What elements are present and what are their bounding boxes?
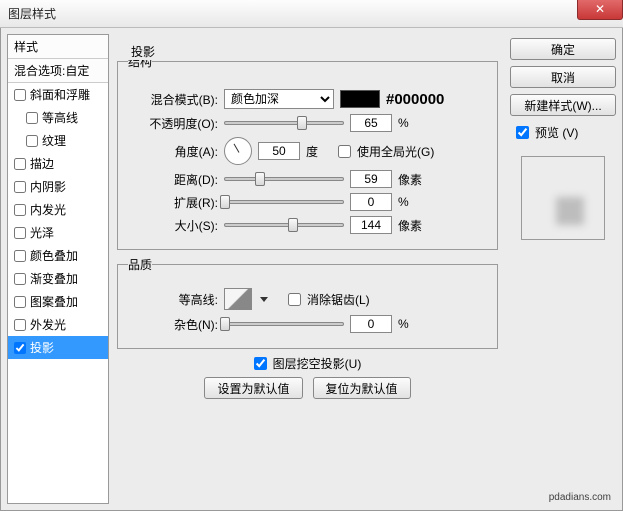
style-item-checkbox[interactable] bbox=[14, 227, 26, 239]
titlebar-text: 图层样式 bbox=[8, 5, 56, 22]
angle-unit: 度 bbox=[306, 143, 332, 160]
style-item-label: 外发光 bbox=[30, 316, 66, 333]
style-item-checkbox[interactable] bbox=[26, 135, 38, 147]
reset-default-button[interactable]: 复位为默认值 bbox=[313, 377, 411, 399]
style-item-4[interactable]: 内阴影 bbox=[8, 175, 108, 198]
style-item-3[interactable]: 描边 bbox=[8, 152, 108, 175]
noise-input[interactable] bbox=[350, 315, 392, 333]
style-item-8[interactable]: 渐变叠加 bbox=[8, 267, 108, 290]
opacity-label: 不透明度(O): bbox=[128, 115, 218, 132]
style-item-checkbox[interactable] bbox=[14, 204, 26, 216]
contour-label: 等高线: bbox=[128, 291, 218, 308]
size-unit: 像素 bbox=[398, 217, 424, 234]
style-item-checkbox[interactable] bbox=[14, 250, 26, 262]
style-item-checkbox[interactable] bbox=[14, 158, 26, 170]
quality-group: 品质 等高线: 消除锯齿(L) 杂色(N): % bbox=[117, 256, 498, 349]
blend-mode-label: 混合模式(B): bbox=[128, 91, 218, 108]
chevron-down-icon[interactable] bbox=[260, 297, 268, 302]
blend-mode-select[interactable]: 颜色加深 bbox=[224, 89, 334, 109]
style-item-0[interactable]: 斜面和浮雕 bbox=[8, 83, 108, 106]
noise-slider[interactable] bbox=[224, 322, 344, 326]
styles-header[interactable]: 样式 bbox=[8, 35, 108, 59]
style-item-label: 图案叠加 bbox=[30, 293, 78, 310]
antialias-checkbox[interactable] bbox=[288, 293, 301, 306]
style-item-label: 内发光 bbox=[30, 201, 66, 218]
opacity-slider[interactable] bbox=[224, 121, 344, 125]
styles-blend-options[interactable]: 混合选项:自定 bbox=[8, 59, 108, 83]
spread-unit: % bbox=[398, 195, 424, 209]
style-item-label: 颜色叠加 bbox=[30, 247, 78, 264]
hex-readout: #000000 bbox=[386, 91, 444, 108]
set-default-button[interactable]: 设置为默认值 bbox=[204, 377, 302, 399]
style-item-7[interactable]: 颜色叠加 bbox=[8, 244, 108, 267]
structure-group: 结构 混合模式(B): 颜色加深 #000000 不透明度(O): % 角度(A… bbox=[117, 53, 498, 250]
style-item-9[interactable]: 图案叠加 bbox=[8, 290, 108, 313]
new-style-button[interactable]: 新建样式(W)... bbox=[510, 94, 616, 116]
style-item-label: 渐变叠加 bbox=[30, 270, 78, 287]
distance-input[interactable] bbox=[350, 170, 392, 188]
opacity-input[interactable] bbox=[350, 114, 392, 132]
ok-button[interactable]: 确定 bbox=[510, 38, 616, 60]
distance-slider[interactable] bbox=[224, 177, 344, 181]
style-item-label: 等高线 bbox=[42, 109, 78, 126]
style-item-11[interactable]: 投影 bbox=[8, 336, 108, 359]
cancel-button[interactable]: 取消 bbox=[510, 66, 616, 88]
titlebar: 图层样式 bbox=[0, 0, 623, 28]
style-item-10[interactable]: 外发光 bbox=[8, 313, 108, 336]
style-item-label: 纹理 bbox=[42, 132, 66, 149]
preview-thumb bbox=[521, 156, 605, 240]
style-item-label: 描边 bbox=[30, 155, 54, 172]
noise-label: 杂色(N): bbox=[128, 316, 218, 333]
antialias-label: 消除锯齿(L) bbox=[307, 291, 370, 308]
global-light-checkbox[interactable] bbox=[338, 145, 351, 158]
right-column: 确定 取消 新建样式(W)... 预览 (V) bbox=[510, 34, 616, 504]
angle-dial[interactable] bbox=[224, 137, 252, 165]
styles-list: 样式 混合选项:自定 斜面和浮雕等高线纹理描边内阴影内发光光泽颜色叠加渐变叠加图… bbox=[7, 34, 109, 504]
style-item-1[interactable]: 等高线 bbox=[8, 106, 108, 129]
knockout-label: 图层挖空投影(U) bbox=[273, 355, 362, 372]
style-item-checkbox[interactable] bbox=[14, 342, 26, 354]
style-item-label: 光泽 bbox=[30, 224, 54, 241]
close-button[interactable]: ✕ bbox=[577, 0, 623, 20]
spread-input[interactable] bbox=[350, 193, 392, 211]
noise-unit: % bbox=[398, 317, 424, 331]
size-input[interactable] bbox=[350, 216, 392, 234]
distance-unit: 像素 bbox=[398, 171, 424, 188]
style-item-checkbox[interactable] bbox=[14, 273, 26, 285]
shadow-color-swatch[interactable] bbox=[340, 90, 380, 108]
distance-label: 距离(D): bbox=[128, 171, 218, 188]
style-item-checkbox[interactable] bbox=[14, 181, 26, 193]
global-light-label: 使用全局光(G) bbox=[357, 143, 434, 160]
style-item-6[interactable]: 光泽 bbox=[8, 221, 108, 244]
style-item-checkbox[interactable] bbox=[14, 319, 26, 331]
spread-label: 扩展(R): bbox=[128, 194, 218, 211]
contour-picker[interactable] bbox=[224, 288, 252, 310]
preview-checkbox[interactable] bbox=[516, 126, 529, 139]
quality-legend: 品质 bbox=[128, 256, 152, 273]
dialog-body: 样式 混合选项:自定 斜面和浮雕等高线纹理描边内阴影内发光光泽颜色叠加渐变叠加图… bbox=[0, 28, 623, 511]
knockout-checkbox[interactable] bbox=[254, 357, 267, 370]
preview-label: 预览 (V) bbox=[535, 124, 578, 141]
angle-label: 角度(A): bbox=[128, 143, 218, 160]
style-item-checkbox[interactable] bbox=[14, 89, 26, 101]
style-item-5[interactable]: 内发光 bbox=[8, 198, 108, 221]
close-icon: ✕ bbox=[595, 2, 605, 16]
spread-slider[interactable] bbox=[224, 200, 344, 204]
panel-title: 投影 bbox=[127, 43, 159, 60]
style-item-checkbox[interactable] bbox=[14, 296, 26, 308]
style-item-2[interactable]: 纹理 bbox=[8, 129, 108, 152]
angle-input[interactable] bbox=[258, 142, 300, 160]
effect-panel: 投影 结构 混合模式(B): 颜色加深 #000000 不透明度(O): % 角… bbox=[115, 34, 504, 504]
size-label: 大小(S): bbox=[128, 217, 218, 234]
opacity-unit: % bbox=[398, 116, 424, 130]
style-item-label: 内阴影 bbox=[30, 178, 66, 195]
size-slider[interactable] bbox=[224, 223, 344, 227]
style-item-label: 投影 bbox=[30, 339, 54, 356]
style-item-label: 斜面和浮雕 bbox=[30, 86, 90, 103]
style-item-checkbox[interactable] bbox=[26, 112, 38, 124]
